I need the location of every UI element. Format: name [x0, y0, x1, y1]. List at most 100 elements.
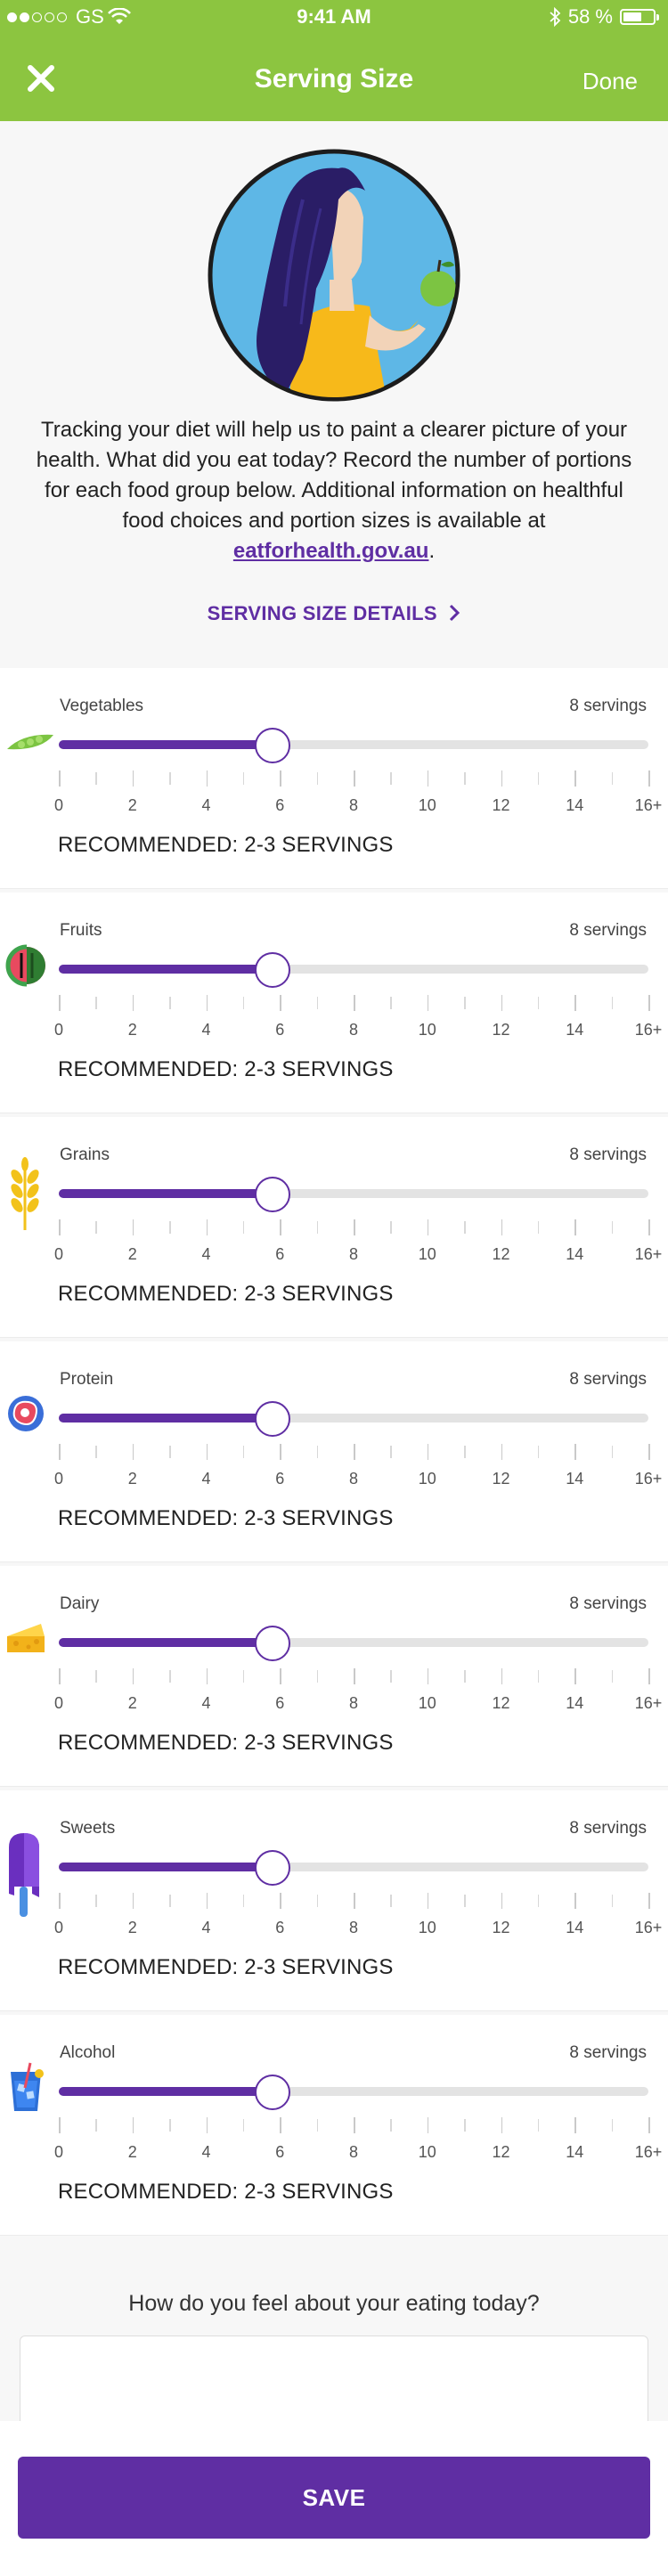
slider-tick — [354, 2117, 355, 2133]
slider-fill — [59, 2087, 273, 2096]
food-group-label: Sweets — [60, 1819, 116, 1838]
recommended-servings: RECOMMENDED: 2-3 SERVINGS — [58, 1057, 394, 1081]
slider-tick — [537, 1670, 540, 1683]
slider-tick-label: 6 — [275, 1245, 285, 1263]
slider-thumb[interactable] — [254, 952, 290, 988]
pea-pod-icon — [5, 730, 57, 761]
slider-tick — [648, 1444, 650, 1460]
slider-thumb[interactable] — [254, 728, 290, 763]
slider-tick — [95, 2119, 97, 2132]
slider-tick — [611, 1895, 614, 1907]
slider-tick — [574, 2117, 576, 2133]
nav-bar: Serving Size Done — [0, 36, 668, 121]
done-button[interactable]: Done — [582, 68, 638, 95]
slider-tick-label: 12 — [492, 796, 510, 814]
serving-size-details-link[interactable]: SERVING SIZE DETAILS — [0, 602, 668, 625]
slider-tick — [206, 1219, 208, 1235]
slider-tick-label: 8 — [348, 1470, 358, 1488]
slider-tick — [354, 1893, 355, 1909]
slider-thumb[interactable] — [254, 1401, 290, 1437]
slider-tick — [537, 1221, 540, 1234]
save-button[interactable]: SAVE — [18, 2457, 650, 2539]
food-group-card-vegetables: Vegetables 8 servings 0 2 4 6 8 10 12 14 16+ RECOMM… — [0, 668, 668, 889]
slider-tick — [169, 772, 171, 785]
slider-thumb[interactable] — [254, 1177, 290, 1212]
slider-tick — [574, 770, 576, 787]
slider-tick-label: 2 — [127, 1245, 137, 1263]
food-group-card-fruits: Fruits 8 servings 0 2 4 6 8 10 12 14 16+ RECOMMENDE… — [0, 893, 668, 1113]
slider-tick — [169, 1895, 171, 1907]
slider-tick — [390, 1895, 392, 1907]
slider-tick — [574, 1668, 576, 1684]
slider-tick-label: 0 — [53, 1245, 63, 1263]
slider-thumb[interactable] — [254, 1626, 290, 1661]
slider-tick-label: 8 — [348, 1245, 358, 1263]
slider-fill — [59, 1638, 273, 1647]
servings-count: 8 servings — [569, 1370, 647, 1389]
slider-tick — [169, 2119, 171, 2132]
slider-thumb[interactable] — [254, 2075, 290, 2110]
serving-slider-track[interactable] — [59, 1863, 648, 1871]
slider-tick-label: 14 — [566, 796, 584, 814]
slider-tick — [611, 1670, 614, 1683]
slider-tick-label: 0 — [53, 796, 63, 814]
food-group-label: Vegetables — [60, 697, 144, 715]
slider-tick — [354, 1444, 355, 1460]
serving-slider-track[interactable] — [59, 965, 648, 974]
slider-tick — [574, 1219, 576, 1235]
slider-tick — [501, 995, 502, 1011]
serving-slider-track[interactable] — [59, 1414, 648, 1423]
cocktail-glass-icon — [5, 2061, 46, 2119]
slider-tick-label: 4 — [201, 1245, 211, 1263]
slider-tick — [132, 1668, 134, 1684]
recommended-servings: RECOMMENDED: 2-3 SERVINGS — [58, 1731, 394, 1755]
slider-tick-label: 2 — [127, 1919, 137, 1936]
slider-tick-label: 12 — [492, 1694, 510, 1712]
servings-count: 8 servings — [569, 1819, 647, 1838]
slider-tick-label: 16+ — [634, 1919, 663, 1936]
slider-tick — [169, 997, 171, 1009]
slider-tick-label: 14 — [566, 2143, 584, 2161]
slider-tick-label: 16+ — [634, 1021, 663, 1039]
slider-tick — [464, 1670, 466, 1683]
slider-tick-label: 0 — [53, 1919, 63, 1936]
feeling-text-input[interactable] — [20, 2336, 648, 2433]
slider-tick — [427, 1668, 429, 1684]
slider-tick — [501, 2117, 502, 2133]
serving-slider-track[interactable] — [59, 2087, 648, 2096]
bluetooth-icon — [550, 7, 561, 27]
slider-tick — [280, 1444, 281, 1460]
recommended-servings: RECOMMENDED: 2-3 SERVINGS — [58, 1282, 394, 1306]
slider-tick-label: 14 — [566, 1919, 584, 1936]
slider-tick — [242, 1670, 245, 1683]
serving-slider-track[interactable] — [59, 1638, 648, 1647]
slider-tick — [280, 1893, 281, 1909]
serving-size-details-label: SERVING SIZE DETAILS — [207, 602, 437, 624]
slider-tick — [390, 772, 392, 785]
slider-tick — [574, 1893, 576, 1909]
slider-tick-label: 4 — [201, 1021, 211, 1039]
slider-tick — [206, 2117, 208, 2133]
slider-tick — [59, 1668, 61, 1684]
serving-slider-track[interactable] — [59, 1189, 648, 1198]
slider-tick — [354, 1219, 355, 1235]
slider-tick — [316, 1895, 319, 1907]
slider-tick — [464, 1895, 466, 1907]
eatforhealth-link[interactable]: eatforhealth.gov.au — [233, 539, 429, 563]
slider-tick-label: 8 — [348, 2143, 358, 2161]
slider-tick-label: 2 — [127, 1694, 137, 1712]
slider-tick-label: 10 — [418, 1919, 436, 1936]
slider-thumb[interactable] — [254, 1850, 290, 1886]
slider-tick — [648, 770, 650, 787]
slider-tick-label: 16+ — [634, 796, 663, 814]
woman-holding-apple-illustration — [208, 149, 460, 402]
slider-tick — [501, 1893, 502, 1909]
slider-tick — [427, 770, 429, 787]
servings-count: 8 servings — [569, 697, 647, 715]
serving-slider-track[interactable] — [59, 740, 648, 749]
slider-tick-label: 2 — [127, 2143, 137, 2161]
slider-tick — [132, 770, 134, 787]
slider-tick-label: 12 — [492, 2143, 510, 2161]
slider-tick — [206, 1668, 208, 1684]
slider-tick — [169, 1670, 171, 1683]
